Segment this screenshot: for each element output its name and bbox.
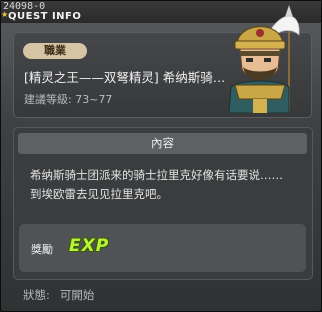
status-value: 可開始 bbox=[59, 288, 95, 302]
exp-reward-icon: EXP bbox=[69, 236, 110, 256]
status-label: 狀態: bbox=[23, 288, 50, 302]
star-icon: ★ bbox=[1, 10, 9, 19]
recommended-level: 建議等級: 73~77 bbox=[24, 93, 113, 106]
job-badge: 職業 bbox=[23, 43, 87, 59]
quest-info-window: 24098-0 ★ QUEST INFO 職業 [精灵之王——双弩精灵] 希纳斯… bbox=[0, 0, 322, 312]
quest-description: 希纳斯骑士团派来的骑士拉里克好像有话要说…… 到埃欧雷去见见拉里克吧。 bbox=[30, 166, 300, 204]
reward-label: 獎勵 bbox=[31, 243, 53, 256]
npc-portrait bbox=[228, 5, 300, 113]
content-header: 內容 bbox=[18, 133, 307, 154]
quest-status: 狀態: 可開始 bbox=[23, 287, 104, 303]
description-line: 希纳斯骑士团派来的骑士拉里克好像有话要说…… bbox=[30, 168, 283, 182]
description-line: 到埃欧雷去见见拉里克吧。 bbox=[30, 187, 168, 201]
quest-content: 內容 希纳斯骑士团派来的骑士拉里克好像有话要说…… 到埃欧雷去见见拉里克吧。 獎… bbox=[13, 127, 313, 280]
window-title: QUEST INFO bbox=[8, 11, 82, 22]
reward-panel: 獎勵 EXP bbox=[19, 224, 306, 272]
